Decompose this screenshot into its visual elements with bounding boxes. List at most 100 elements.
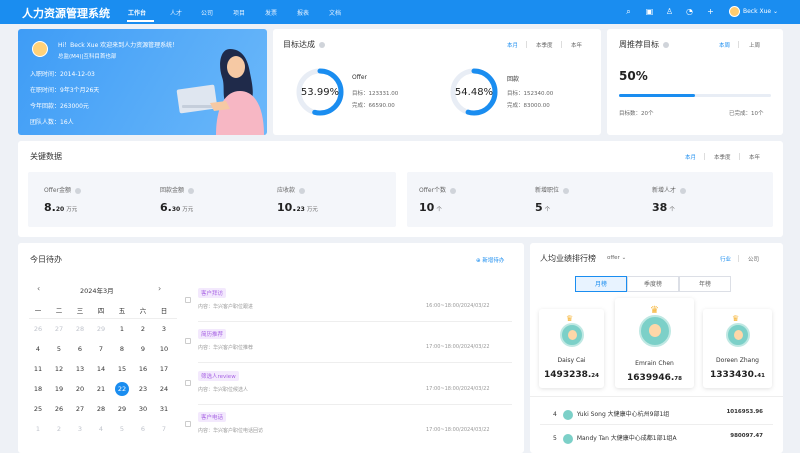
- calendar-day[interactable]: 26: [50, 402, 68, 416]
- calendar-day[interactable]: 6: [134, 422, 152, 436]
- payment-done: 完成：83000.00: [507, 103, 550, 109]
- divider: [739, 153, 740, 160]
- podium-third[interactable]: ♛ Doreen Zhang 1333430.41: [703, 309, 772, 388]
- nav-company[interactable]: 公司: [201, 8, 213, 17]
- avatar[interactable]: [729, 6, 740, 17]
- calendar-day[interactable]: 31: [155, 402, 173, 416]
- weekly-tab-last-week[interactable]: 上周: [749, 41, 760, 49]
- calendar-day[interactable]: 29: [92, 322, 110, 336]
- calendar-day[interactable]: 5: [113, 422, 131, 436]
- info-icon[interactable]: [563, 187, 570, 194]
- ranking-row[interactable]: 5 Mandy Tan 大健康中心成都1部1组A 980097.47: [553, 433, 763, 444]
- calendar-day[interactable]: 16: [134, 362, 152, 376]
- prev-month-icon[interactable]: ‹: [37, 284, 40, 293]
- podium-first[interactable]: ♛ Emrain Chen 1639946.78: [615, 298, 694, 388]
- calendar-day[interactable]: 17: [155, 362, 173, 376]
- calendar-day[interactable]: 9: [134, 342, 152, 356]
- ranking-row[interactable]: 4 Yuki Song 大健康中心杭州9部1组 1016953.96: [553, 409, 763, 420]
- todo-checkbox[interactable]: [185, 421, 191, 427]
- calendar-day[interactable]: 27: [71, 402, 89, 416]
- calendar-day[interactable]: 25: [29, 402, 47, 416]
- calendar-day[interactable]: 2: [134, 322, 152, 336]
- calendar-day[interactable]: 19: [50, 382, 68, 396]
- calendar-icon[interactable]: ▣: [645, 7, 654, 16]
- key-tab-year[interactable]: 本年: [749, 153, 760, 161]
- calendar-day[interactable]: 15: [113, 362, 131, 376]
- calendar-day[interactable]: 14: [92, 362, 110, 376]
- calendar-day[interactable]: 6: [71, 342, 89, 356]
- calendar-day[interactable]: 7: [92, 342, 110, 356]
- todo-checkbox[interactable]: [185, 338, 191, 344]
- calendar-day[interactable]: 30: [134, 402, 152, 416]
- info-icon[interactable]: [75, 187, 82, 194]
- calendar-day[interactable]: 1: [113, 322, 131, 336]
- nav-report[interactable]: 报表: [297, 8, 309, 17]
- search-icon[interactable]: ⌕: [624, 7, 633, 16]
- calendar-day[interactable]: 1: [29, 422, 47, 436]
- info-icon[interactable]: [299, 187, 306, 194]
- calendar-day[interactable]: 18: [29, 382, 47, 396]
- nav-docs[interactable]: 文档: [329, 8, 341, 17]
- calendar-day[interactable]: 4: [29, 342, 47, 356]
- info-icon[interactable]: [188, 187, 195, 194]
- todo-checkbox[interactable]: [185, 380, 191, 386]
- tab-monthly[interactable]: 月榜: [575, 276, 627, 292]
- user-menu[interactable]: Beck Xue ⌄: [743, 8, 778, 15]
- info-icon[interactable]: [663, 41, 669, 48]
- offer-percent: 53.99%: [300, 87, 340, 98]
- goal-tab-month[interactable]: 本月: [507, 41, 518, 49]
- calendar-day[interactable]: 28: [71, 322, 89, 336]
- todo-tag: 简历推荐: [198, 329, 227, 339]
- goal-tab-year[interactable]: 本年: [571, 41, 582, 49]
- bell-icon[interactable]: ◔: [685, 7, 694, 16]
- calendar-day[interactable]: 2: [50, 422, 68, 436]
- todo-checkbox[interactable]: [185, 297, 191, 303]
- calendar-day[interactable]: 27: [50, 322, 68, 336]
- ranking-filter-select[interactable]: offer ⌄: [607, 255, 626, 261]
- user-icon[interactable]: ♙: [665, 7, 674, 16]
- calendar-day[interactable]: 13: [71, 362, 89, 376]
- calendar-day[interactable]: 20: [71, 382, 89, 396]
- tab-quarterly[interactable]: 季度榜: [627, 276, 679, 292]
- tab-yearly[interactable]: 年榜: [679, 276, 731, 292]
- nav-invoice[interactable]: 发票: [265, 8, 277, 17]
- info-icon[interactable]: [319, 41, 325, 48]
- next-month-icon[interactable]: ›: [158, 284, 161, 293]
- calendar-day[interactable]: 4: [92, 422, 110, 436]
- calendar-day[interactable]: 10: [155, 342, 173, 356]
- calendar-day[interactable]: 5: [50, 342, 68, 356]
- nav-project[interactable]: 项目: [233, 8, 245, 17]
- calendar-day[interactable]: 8: [113, 342, 131, 356]
- divider: [29, 318, 177, 319]
- goal-tab-quarter[interactable]: 本季度: [536, 41, 553, 49]
- divider: [738, 41, 739, 48]
- calendar-day[interactable]: 26: [29, 322, 47, 336]
- calendar-day[interactable]: 12: [50, 362, 68, 376]
- app-logo[interactable]: 人力资源管理系统: [22, 5, 110, 21]
- info-icon[interactable]: [450, 187, 457, 194]
- calendar-day[interactable]: 11: [29, 362, 47, 376]
- calendar-day[interactable]: 22: [115, 382, 129, 396]
- key-tab-quarter[interactable]: 本季度: [714, 153, 731, 161]
- calendar-day[interactable]: 23: [134, 382, 152, 396]
- key-tab-month[interactable]: 本月: [685, 153, 696, 161]
- plus-icon[interactable]: +: [706, 7, 715, 16]
- ranking-scope-company[interactable]: 公司: [748, 255, 759, 263]
- nav-workbench[interactable]: 工作台: [128, 8, 146, 17]
- podium-second[interactable]: ♛ Daisy Cai 1493238.24: [539, 309, 604, 388]
- divider: [561, 41, 562, 48]
- calendar-day[interactable]: 28: [92, 402, 110, 416]
- kpi-new-talent-value: 38 个: [652, 201, 675, 214]
- calendar-day[interactable]: 24: [155, 382, 173, 396]
- weekday-label: 六: [139, 307, 147, 315]
- calendar-day[interactable]: 21: [92, 382, 110, 396]
- calendar-day[interactable]: 3: [71, 422, 89, 436]
- calendar-day[interactable]: 7: [155, 422, 173, 436]
- ranking-scope-industry[interactable]: 行业: [720, 255, 731, 263]
- nav-talent[interactable]: 人才: [170, 8, 182, 17]
- add-todo-button[interactable]: ⊕ 新增待办: [476, 256, 504, 264]
- info-icon[interactable]: [680, 187, 687, 194]
- weekly-tab-this-week[interactable]: 本周: [719, 41, 730, 49]
- calendar-day[interactable]: 3: [155, 322, 173, 336]
- calendar-day[interactable]: 29: [113, 402, 131, 416]
